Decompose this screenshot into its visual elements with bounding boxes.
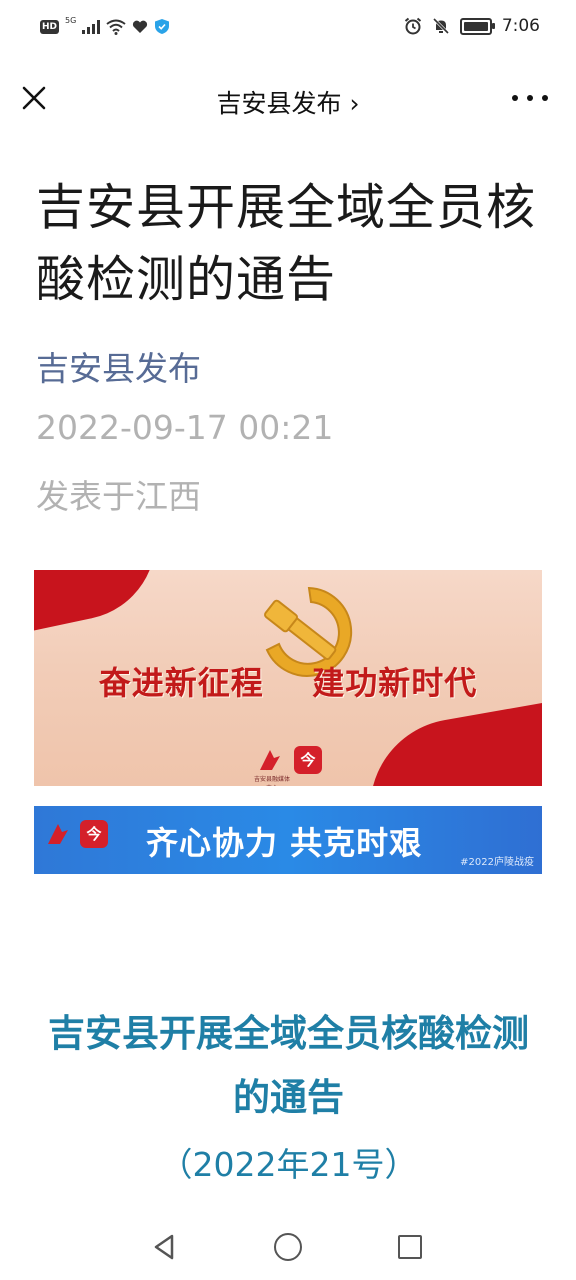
article-title: 吉安县开展全域全员核酸检测的通告	[36, 179, 537, 308]
banner-slogan: 奋进新征程 建功新时代	[98, 664, 478, 702]
wifi-icon	[106, 19, 126, 35]
app-logo: 今	[80, 820, 108, 848]
hd-icon: HD	[40, 19, 60, 34]
media-center-logo-text: 吉安县融媒体中心	[253, 776, 290, 786]
account-link[interactable]: 吉安县发布 ›	[0, 84, 576, 120]
media-center-logo-icon	[48, 824, 68, 844]
media-center-logo: 吉安县融媒体中心	[254, 746, 290, 786]
back-icon[interactable]	[150, 1232, 180, 1262]
banner-logos: 吉安县融媒体中心 今	[254, 746, 322, 786]
banner-image-party: 奋进新征程 建功新时代 吉安县融媒体中心 今	[34, 570, 542, 786]
status-bar: HD 5G 7:06	[0, 0, 576, 58]
shield-icon	[155, 19, 170, 34]
network-type: 5G	[65, 16, 77, 25]
publish-datetime: 2022-09-17 00:21	[36, 408, 334, 447]
media-center-logo-icon	[260, 750, 280, 770]
more-icon[interactable]	[512, 86, 548, 110]
notice-number: （2022年21号）	[159, 1145, 418, 1184]
home-icon[interactable]	[274, 1233, 302, 1261]
mute-icon	[432, 17, 449, 35]
system-nav-bar	[0, 1212, 576, 1280]
top-nav-bar: 吉安县发布 ›	[0, 66, 576, 130]
heart-icon	[133, 20, 148, 33]
banner-image-fight-epidemic: 今 齐心协力 共克时艰 #2022庐陵战疫	[34, 806, 542, 874]
banner-hashtag: #2022庐陵战疫	[460, 857, 534, 868]
account-name[interactable]: 吉安县发布	[36, 342, 201, 390]
signal-icon	[82, 19, 101, 34]
alarm-icon	[404, 17, 421, 35]
red-ribbon	[355, 697, 542, 786]
red-ribbon	[34, 570, 171, 637]
notice-heading: 吉安县开展全域全员核酸检测的通告	[48, 1012, 529, 1119]
recent-apps-icon[interactable]	[398, 1235, 422, 1259]
publish-location: 发表于江西	[36, 477, 201, 516]
app-logo: 今	[294, 746, 322, 774]
banner-logos: 今	[44, 820, 108, 848]
banner-slogan: 齐心协力 共克时艰	[146, 824, 423, 862]
battery-icon	[459, 17, 495, 35]
status-left: HD 5G	[40, 16, 170, 35]
status-right: 7:06	[404, 16, 540, 36]
clock: 7:06	[501, 16, 540, 36]
